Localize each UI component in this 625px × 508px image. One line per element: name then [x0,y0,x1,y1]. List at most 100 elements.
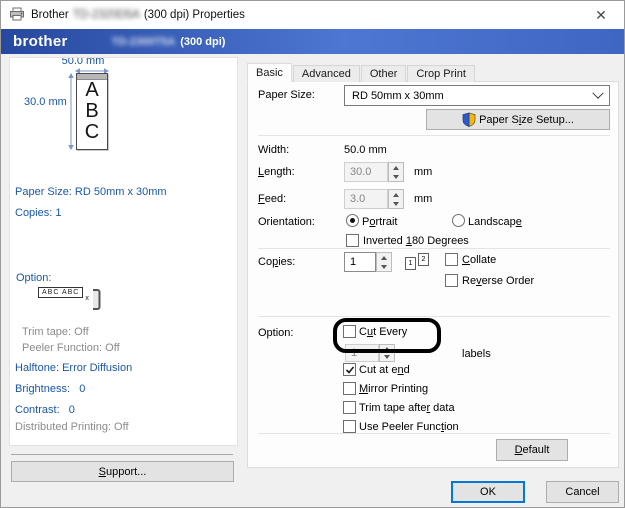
orientation-label: Orientation: [258,216,315,228]
landscape-radio[interactable] [452,214,465,227]
length-input[interactable]: 30.0 [344,162,388,182]
tab-basic[interactable]: Basic [247,63,292,82]
label-preview: A B C [76,73,108,150]
brother-logo: brother [13,33,68,50]
cut-at-end-checkbox[interactable] [343,363,356,376]
option-label: Option: [258,327,293,339]
cut-every-label[interactable]: Cut Every [359,326,407,338]
summary-brightness: Brightness: 0 [15,383,85,395]
summary-trim-tape: Trim tape: Off [22,326,89,338]
separator [258,135,610,136]
tab-other[interactable]: Other [361,65,407,82]
uac-shield-icon [462,112,476,127]
width-value: 50.0 mm [344,144,387,156]
paper-size-setup-button[interactable]: Paper Size Setup... [426,109,610,130]
window-title-prefix: Brother [31,9,69,21]
feed-spinner[interactable] [388,189,404,209]
summary-contrast: Contrast: 0 [15,404,75,416]
summary-peeler: Peeler Function: Off [22,342,120,354]
close-button[interactable]: ✕ [578,1,624,29]
copies-input[interactable]: 1 [344,252,376,272]
tab-crop-print[interactable]: Crop Print [407,65,475,82]
label-preview-letter-b: B [77,101,107,122]
preview-panel: 50.0 mm A B C 30.0 mm Paper Size: RD 50m… [9,57,238,446]
spinner-down-icon[interactable] [389,199,403,208]
collate-page-2: 2 [418,253,429,266]
portrait-label[interactable]: Portrait [362,216,397,228]
cut-option-icon-labels: ABC ABC [38,287,83,298]
window-title: Brother TD-2320D5A (300 dpi) Properties [31,9,245,21]
paper-size-setup-label: Paper Size Setup... [479,114,574,126]
use-peeler-label[interactable]: Use Peeler Function [359,421,459,433]
spinner-up-icon[interactable] [380,345,394,353]
label-preview-letter-a: A [77,80,107,101]
portrait-radio[interactable] [346,214,359,227]
use-peeler-checkbox[interactable] [343,420,356,433]
spinner-up-icon[interactable] [389,163,403,172]
paper-size-dropdown[interactable]: RD 50mm x 30mm [344,85,610,106]
cut-every-unit-label: labels [462,348,491,360]
default-button[interactable]: Default [496,439,568,461]
feed-label: Feed: [258,193,286,205]
printer-icon [9,7,25,24]
summary-option-label: Option: [16,272,51,284]
cut-every-count-spinner[interactable] [379,344,395,362]
sidebar-separator [11,454,233,455]
cancel-button[interactable]: Cancel [546,481,619,503]
cut-option-icon-sub: x [85,295,89,302]
support-button[interactable]: Support... [11,461,234,482]
feed-unit: mm [414,193,432,205]
brand-banner: brother TD-2300T5A (300 dpi) [1,29,624,54]
banner-model-redacted: TD-2300T5A [112,36,176,48]
reverse-order-label[interactable]: Reverse Order [462,275,534,287]
tab-strip: Basic Advanced Other Crop Print [247,63,476,82]
tab-advanced[interactable]: Advanced [293,65,360,82]
collate-checkbox[interactable] [445,253,458,266]
width-label: Width: [258,144,289,156]
spinner-down-icon[interactable] [377,262,391,271]
paper-size-label: Paper Size: [258,89,315,101]
collate-label[interactable]: Collate [462,254,496,266]
window-title-suffix: (300 dpi) Properties [144,9,245,21]
spinner-up-icon[interactable] [377,253,391,262]
inverted-180-checkbox[interactable] [346,234,359,247]
preview-height-dimension: 30.0 mm [24,96,66,108]
length-label: Length: [258,166,295,178]
copies-label: Copies: [258,256,295,268]
label-preview-letter-c: C [77,122,107,143]
separator [258,248,610,249]
cut-every-checkbox[interactable] [343,325,356,338]
height-arrow-icon [67,73,75,150]
preview-width-dimension: 50.0 mm [48,57,118,67]
trim-tape-checkbox[interactable] [343,401,356,414]
paper-size-value: RD 50mm x 30mm [352,90,444,102]
spinner-down-icon[interactable] [380,353,394,361]
mirror-printing-checkbox[interactable] [343,382,356,395]
title-bar: Brother TD-2320D5A (300 dpi) Properties … [1,1,624,29]
reverse-order-checkbox[interactable] [445,274,458,287]
cut-at-end-label[interactable]: Cut at end [359,364,410,376]
inverted-180-label[interactable]: Inverted 180 Degrees [363,235,469,247]
copies-spinner[interactable] [376,252,392,272]
banner-model: TD-2300T5A (300 dpi) [112,36,226,48]
mirror-printing-label[interactable]: Mirror Printing [359,383,428,395]
feed-input[interactable]: 3.0 [344,189,388,209]
spinner-down-icon[interactable] [389,172,403,181]
summary-halftone: Halftone: Error Diffusion [15,362,132,374]
chevron-down-icon [592,87,603,98]
summary-paper-size: Paper Size: RD 50mm x 30mm [15,186,167,198]
ok-button[interactable]: OK [451,481,525,503]
landscape-label[interactable]: Landscape [468,216,522,228]
basic-tab-page: Paper Size: RD 50mm x 30mm Paper Size Se… [247,81,619,468]
separator [258,316,610,317]
summary-distributed: Distributed Printing: Off [15,421,129,433]
trim-tape-label[interactable]: Trim tape after data [359,402,455,414]
printer-properties-window: Brother TD-2320D5A (300 dpi) Properties … [0,0,625,508]
cut-every-count-input[interactable]: 1 [345,344,379,362]
summary-copies: Copies: 1 [15,207,61,219]
spinner-up-icon[interactable] [389,190,403,199]
length-unit: mm [414,166,432,178]
collate-page-1: 1 [405,257,416,270]
length-spinner[interactable] [388,162,404,182]
close-icon: ✕ [595,7,607,24]
